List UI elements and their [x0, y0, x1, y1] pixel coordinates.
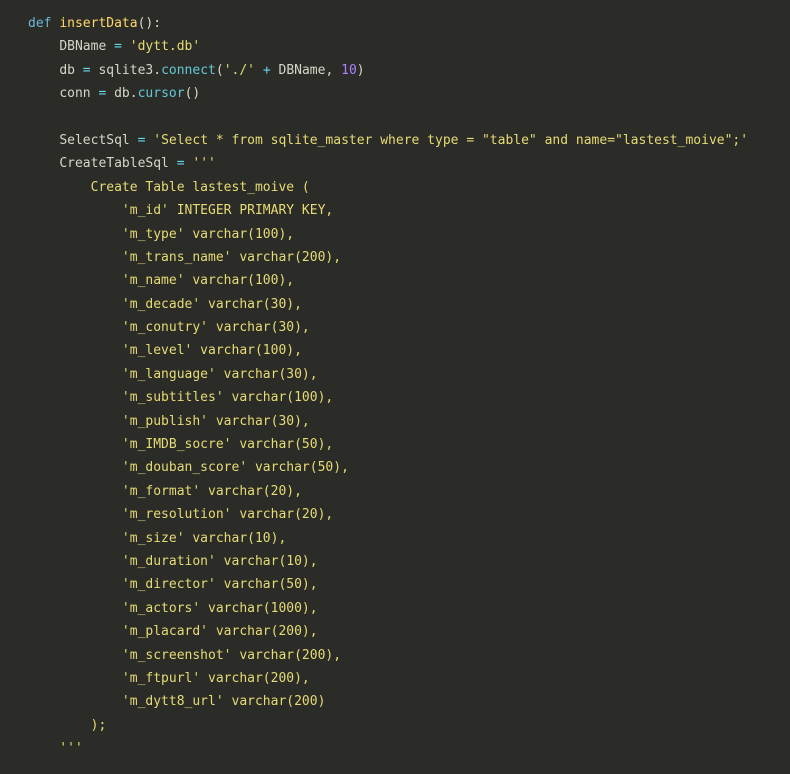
sql-line-14: 'm_format' varchar(20),	[28, 484, 302, 499]
sql-line-3: 'm_type' varchar(100),	[28, 227, 294, 242]
ident-selectsql: SelectSql	[59, 133, 129, 148]
ident-dbref: db	[114, 86, 130, 101]
sql-line-23: 'm_dytt8_url' varchar(200)	[28, 694, 325, 709]
sql-line-22: 'm_ftpurl' varchar(200),	[28, 671, 310, 686]
line-selectsql: SelectSql = 'Select * from sqlite_master…	[28, 133, 748, 148]
sql-line-6: 'm_decade' varchar(30),	[28, 297, 302, 312]
ident-conn: conn	[59, 86, 90, 101]
paren-open: (	[216, 63, 224, 78]
line-def: def insertData():	[28, 16, 161, 31]
line-createsql-open: CreateTableSql = '''	[28, 156, 216, 171]
sql-line-12: 'm_IMDB_socre' varchar(50),	[28, 437, 333, 452]
sql-line-13: 'm_douban_score' varchar(50),	[28, 460, 349, 475]
call-connect: connect	[161, 63, 216, 78]
str-triple-open: '''	[192, 156, 215, 171]
code-block: def insertData(): DBName = 'dytt.db' db …	[0, 0, 790, 773]
str-path: './'	[224, 63, 255, 78]
keyword-def: def	[28, 16, 51, 31]
sql-line-17: 'm_duration' varchar(10),	[28, 554, 318, 569]
sql-line-9: 'm_language' varchar(30),	[28, 367, 318, 382]
sql-close: '''	[28, 741, 83, 756]
ident-createtablesql: CreateTableSql	[59, 156, 169, 171]
op-eq: =	[98, 86, 106, 101]
sql-line-8: 'm_level' varchar(100),	[28, 343, 302, 358]
sql-line-11: 'm_publish' varchar(30),	[28, 414, 310, 429]
ident-dbname: DBName	[59, 39, 106, 54]
call-cursor: cursor	[138, 86, 185, 101]
sql-line-20: 'm_placard' varchar(200),	[28, 624, 318, 639]
func-name: insertData	[59, 16, 137, 31]
colon: :	[153, 16, 161, 31]
ident-dbname-ref: DBName	[279, 63, 326, 78]
str-dbname: 'dytt.db'	[130, 39, 200, 54]
sql-line-16: 'm_size' varchar(10),	[28, 531, 286, 546]
sql-line-1: Create Table lastest_moive (	[28, 180, 310, 195]
sql-line-19: 'm_actors' varchar(1000),	[28, 601, 318, 616]
sql-line-7: 'm_conutry' varchar(30),	[28, 320, 310, 335]
ident-sqlite3: sqlite3	[98, 63, 153, 78]
sql-line-4: 'm_trans_name' varchar(200),	[28, 250, 341, 265]
sql-line-2: 'm_id' INTEGER PRIMARY KEY,	[28, 203, 333, 218]
paren-close: )	[357, 63, 365, 78]
dot: .	[130, 86, 138, 101]
line-conn: conn = db.cursor()	[28, 86, 200, 101]
paren-close: )	[192, 86, 200, 101]
str-selectsql: 'Select * from sqlite_master where type …	[153, 133, 748, 148]
op-eq: =	[138, 133, 146, 148]
num-10: 10	[341, 63, 357, 78]
line-db: db = sqlite3.connect('./' + DBName, 10)	[28, 63, 365, 78]
line-dbname: DBName = 'dytt.db'	[28, 39, 200, 54]
op-eq: =	[114, 39, 122, 54]
sql-line-5: 'm_name' varchar(100),	[28, 273, 294, 288]
ident-db: db	[59, 63, 75, 78]
comma: ,	[325, 63, 333, 78]
sql-line-24: );	[28, 718, 106, 733]
dot: .	[153, 63, 161, 78]
sql-line-15: 'm_resolution' varchar(20),	[28, 507, 333, 522]
sql-line-18: 'm_director' varchar(50),	[28, 577, 318, 592]
sql-line-10: 'm_subtitles' varchar(100),	[28, 390, 333, 405]
sql-line-21: 'm_screenshot' varchar(200),	[28, 648, 341, 663]
op-plus: +	[263, 63, 271, 78]
op-eq: =	[83, 63, 91, 78]
op-eq: =	[177, 156, 185, 171]
